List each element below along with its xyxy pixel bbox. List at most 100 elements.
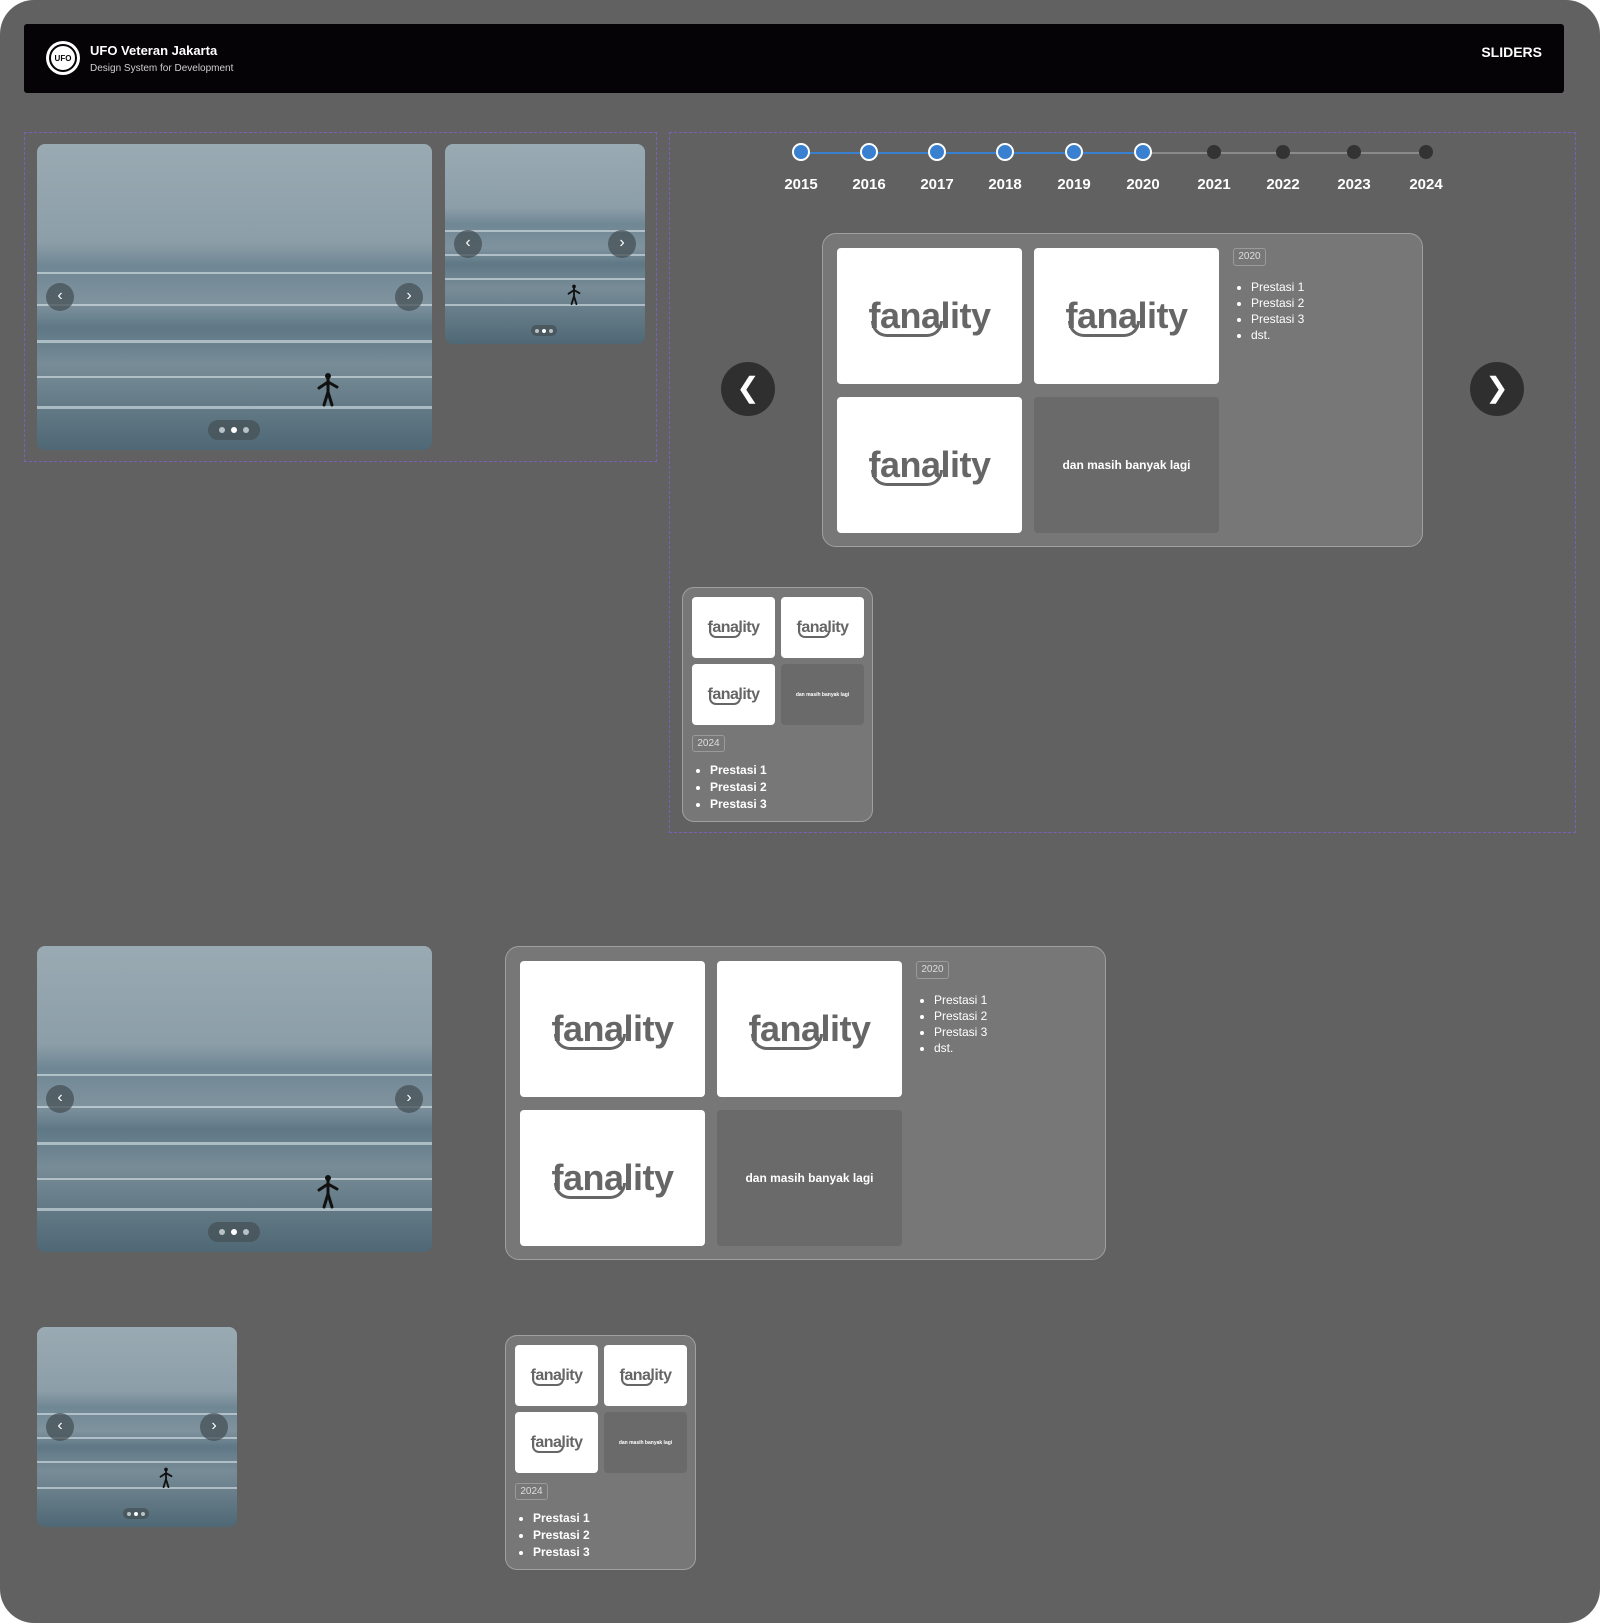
achievement-card-large: fanality fanality fanality dan masih ban… bbox=[822, 233, 1423, 547]
pagination-dot[interactable] bbox=[219, 1229, 225, 1235]
partner-logo-tile: fanality bbox=[781, 597, 864, 658]
partner-logo: fanality bbox=[1065, 295, 1188, 337]
partner-logo-tile: fanality bbox=[692, 664, 775, 725]
achievement-item: Prestasi 1 bbox=[934, 992, 987, 1008]
achievement-item: Prestasi 1 bbox=[1251, 279, 1304, 295]
timeline-next-button[interactable]: ❯ bbox=[1470, 362, 1524, 416]
partner-logo-tile: fanality bbox=[515, 1412, 598, 1473]
more-partners-tile: dan masih banyak lagi bbox=[1034, 397, 1219, 533]
timeline-node-2016[interactable] bbox=[860, 143, 878, 161]
brand-title: UFO Veteran Jakarta bbox=[90, 43, 218, 58]
partner-logo-tile: fanality bbox=[520, 1110, 705, 1246]
achievement-list: Prestasi 1 Prestasi 2 Prestasi 3 bbox=[515, 1510, 590, 1561]
achievement-item: Prestasi 2 bbox=[1251, 295, 1304, 311]
timeline-year-2023[interactable]: 2023 bbox=[1329, 176, 1379, 193]
year-timeline[interactable]: 2015 2016 2017 2018 2019 2020 2021 2022 … bbox=[784, 143, 1443, 203]
slider-next-button[interactable]: › bbox=[395, 1085, 423, 1113]
slider-prev-button[interactable]: ‹ bbox=[46, 283, 74, 311]
chevron-right-icon: › bbox=[619, 234, 625, 251]
slider-prev-button[interactable]: ‹ bbox=[46, 1085, 74, 1113]
achievement-card-large: fanality fanality fanality dan masih ban… bbox=[505, 946, 1106, 1260]
timeline-node-2018[interactable] bbox=[996, 143, 1014, 161]
partner-logo-tile: fanality bbox=[837, 397, 1022, 533]
partner-logo-tile: fanality bbox=[520, 961, 705, 1097]
chevron-left-icon: ‹ bbox=[465, 234, 471, 251]
pagination-dot-active[interactable] bbox=[231, 427, 237, 433]
timeline-node-2023[interactable] bbox=[1347, 145, 1361, 159]
pagination-dot[interactable] bbox=[243, 1229, 249, 1235]
brand-subtitle: Design System for Development bbox=[90, 63, 234, 74]
slider-pagination[interactable] bbox=[123, 1508, 149, 1519]
slider-prev-button[interactable]: ‹ bbox=[454, 230, 482, 258]
section-title: SLIDERS bbox=[1481, 44, 1542, 60]
timeline-year-2021[interactable]: 2021 bbox=[1189, 176, 1239, 193]
partner-logo: fanality bbox=[748, 1008, 871, 1050]
more-partners-tile: dan masih banyak lagi bbox=[604, 1412, 687, 1473]
timeline-year-2024[interactable]: 2024 bbox=[1401, 176, 1451, 193]
chevron-right-icon: › bbox=[406, 287, 412, 304]
pagination-dot[interactable] bbox=[219, 427, 225, 433]
achievement-item: Prestasi 2 bbox=[934, 1008, 987, 1024]
timeline-year-2022[interactable]: 2022 bbox=[1258, 176, 1308, 193]
photo-slider-small[interactable]: ‹ › bbox=[445, 144, 645, 344]
pagination-dot[interactable] bbox=[141, 1511, 145, 1516]
timeline-prev-button[interactable]: ❮ bbox=[721, 362, 775, 416]
timeline-node-2015[interactable] bbox=[792, 143, 810, 161]
partner-logo: fanality bbox=[530, 1434, 583, 1453]
partner-logo: fanality bbox=[707, 686, 760, 705]
year-badge: 2024 bbox=[692, 735, 725, 752]
timeline-node-2022[interactable] bbox=[1276, 145, 1290, 159]
timeline-year-2020[interactable]: 2020 bbox=[1118, 176, 1168, 193]
timeline-node-2020[interactable] bbox=[1134, 143, 1152, 161]
timeline-year-2019[interactable]: 2019 bbox=[1049, 176, 1099, 193]
achievement-item: Prestasi 3 bbox=[533, 1544, 590, 1561]
timeline-year-2015[interactable]: 2015 bbox=[776, 176, 826, 193]
canvas: UFO UFO Veteran Jakarta Design System fo… bbox=[0, 0, 1600, 1623]
ufo-logo-icon: UFO bbox=[46, 41, 80, 75]
timeline-year-2018[interactable]: 2018 bbox=[980, 176, 1030, 193]
top-navbar: UFO UFO Veteran Jakarta Design System fo… bbox=[24, 24, 1564, 93]
pagination-dot[interactable] bbox=[127, 1511, 131, 1516]
partner-logo: fanality bbox=[551, 1008, 674, 1050]
achievement-card-small: fanality fanality fanality dan masih ban… bbox=[505, 1335, 696, 1570]
pagination-dot-active[interactable] bbox=[542, 328, 546, 333]
surfer-figure-icon bbox=[159, 1467, 173, 1489]
more-partners-tile: dan masih banyak lagi bbox=[781, 664, 864, 725]
achievement-item: Prestasi 3 bbox=[710, 796, 767, 813]
surfer-figure-icon bbox=[317, 373, 339, 407]
year-badge: 2024 bbox=[515, 1483, 548, 1500]
pagination-dot[interactable] bbox=[535, 328, 539, 333]
photo-slider-large[interactable]: ‹ › bbox=[37, 946, 432, 1252]
slider-pagination[interactable] bbox=[208, 420, 260, 440]
surfer-figure-icon bbox=[317, 1175, 339, 1209]
timeline-year-2017[interactable]: 2017 bbox=[912, 176, 962, 193]
achievement-item: Prestasi 1 bbox=[710, 762, 767, 779]
slider-pagination[interactable] bbox=[208, 1222, 260, 1242]
pagination-dot[interactable] bbox=[243, 427, 249, 433]
chevron-right-icon: › bbox=[406, 1089, 412, 1106]
partner-logo: fanality bbox=[868, 295, 991, 337]
slider-next-button[interactable]: › bbox=[395, 283, 423, 311]
slider-next-button[interactable]: › bbox=[608, 230, 636, 258]
timeline-year-2016[interactable]: 2016 bbox=[844, 176, 894, 193]
slider-prev-button[interactable]: ‹ bbox=[46, 1413, 74, 1441]
pagination-dot-active[interactable] bbox=[134, 1511, 138, 1516]
timeline-node-2017[interactable] bbox=[928, 143, 946, 161]
pagination-dot-active[interactable] bbox=[231, 1229, 237, 1235]
slider-next-button[interactable]: › bbox=[200, 1413, 228, 1441]
achievement-item: dst. bbox=[1251, 327, 1304, 343]
partner-logo-tile: fanality bbox=[837, 248, 1022, 384]
pagination-dot[interactable] bbox=[549, 328, 553, 333]
chevron-left-icon: ‹ bbox=[57, 287, 63, 304]
timeline-node-2024[interactable] bbox=[1419, 145, 1433, 159]
partner-logo-tile: fanality bbox=[692, 597, 775, 658]
slider-pagination[interactable] bbox=[531, 325, 557, 336]
photo-slider-small[interactable]: ‹ › bbox=[37, 1327, 237, 1527]
chevron-left-icon: ‹ bbox=[57, 1089, 63, 1106]
photo-slider-large[interactable]: ‹ › bbox=[37, 144, 432, 450]
timeline-node-2021[interactable] bbox=[1207, 145, 1221, 159]
timeline-node-2019[interactable] bbox=[1065, 143, 1083, 161]
achievement-item: Prestasi 3 bbox=[1251, 311, 1304, 327]
chevron-right-icon: ❯ bbox=[1485, 372, 1509, 403]
more-partners-tile: dan masih banyak lagi bbox=[717, 1110, 902, 1246]
